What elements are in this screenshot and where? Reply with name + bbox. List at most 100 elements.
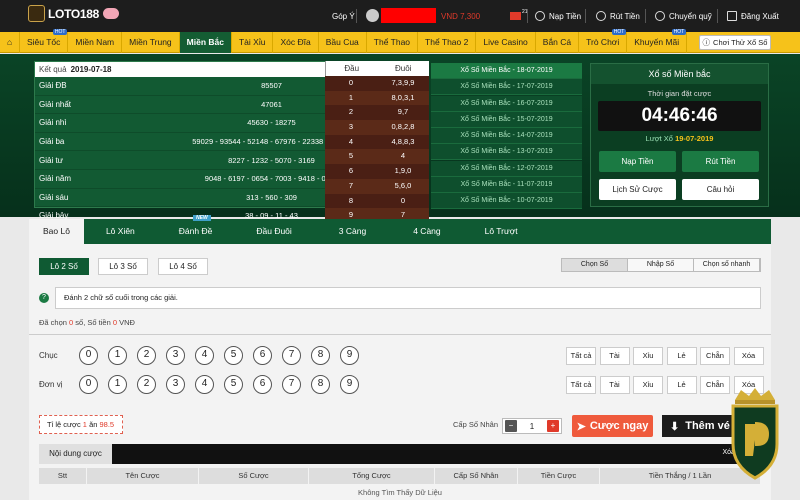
avatar[interactable] <box>366 9 379 22</box>
head-digit: 2 <box>348 107 354 117</box>
withdraw-button[interactable]: Rút Tiền <box>682 151 759 172</box>
draw-date-item[interactable]: Xổ Số Miền Bắc - 11-07-2019 <box>431 177 582 194</box>
units-digit-3[interactable]: 3 <box>166 375 185 394</box>
deposit-link[interactable]: Nạp Tiền <box>535 0 581 32</box>
transfer-link[interactable]: Chuyển quỹ <box>655 0 712 32</box>
nav-mien-trung[interactable]: Miền Trung <box>122 31 180 53</box>
nav-live-casino[interactable]: Live Casino <box>476 31 536 53</box>
draw-date-item[interactable]: Xổ Số Miền Bắc - 10-07-2019 <box>431 193 582 210</box>
tens-digit-7[interactable]: 7 <box>282 346 301 365</box>
tens-digit-5[interactable]: 5 <box>224 346 243 365</box>
hot-badge: HOT <box>52 28 68 35</box>
units-quick-4-button[interactable]: Chẵn <box>700 376 730 394</box>
tab-3-cang[interactable]: 3 Càng <box>314 219 391 244</box>
lo-3-so-button[interactable]: Lô 3 Số <box>98 258 148 275</box>
draw-date-item[interactable]: Xổ Số Miền Bắc - 15-07-2019 <box>431 111 582 128</box>
plus-icon[interactable]: + <box>547 420 559 432</box>
logout-link[interactable]: Đăng Xuất <box>727 0 779 32</box>
prize-label: Giải nhất <box>39 99 72 109</box>
withdraw-link[interactable]: Rút Tiền <box>596 0 640 32</box>
tens-digit-2[interactable]: 2 <box>137 346 156 365</box>
deposit-icon <box>535 11 545 21</box>
feedback-link[interactable]: Góp Ý <box>332 0 355 32</box>
tens-digit-3[interactable]: 3 <box>166 346 185 365</box>
tab-bao-lo[interactable]: Bao Lô <box>29 219 84 244</box>
mail-button[interactable]: 21 <box>510 0 528 32</box>
units-digit-4[interactable]: 4 <box>195 375 214 394</box>
units-digit-5[interactable]: 5 <box>224 375 243 394</box>
minus-icon[interactable]: − <box>505 420 517 432</box>
tab-lo-xien[interactable]: Lô Xiên <box>84 219 157 244</box>
tab-dau-duoi[interactable]: Đầu Đuôi <box>234 219 313 244</box>
units-digit-8[interactable]: 8 <box>311 375 330 394</box>
home-icon[interactable]: ⌂ <box>0 31 20 53</box>
draw-date-item[interactable]: Xổ Số Miền Bắc - 18-07-2019 <box>431 63 582 79</box>
draw-date-item[interactable]: Xổ Số Miền Bắc - 14-07-2019 <box>431 128 582 145</box>
units-quick-1-button[interactable]: Tài <box>599 376 630 394</box>
tens-digit-4[interactable]: 4 <box>195 346 214 365</box>
tens-digit-0[interactable]: 0 <box>79 346 98 365</box>
units-digit-0[interactable]: 0 <box>79 375 98 394</box>
divider <box>585 9 586 23</box>
tab-danh-de[interactable]: Đánh Đề <box>157 219 235 244</box>
info-icon: ⓘ <box>702 38 711 47</box>
nav-xoc-dia[interactable]: Xóc Đĩa <box>273 31 319 53</box>
nav-khuyen-mai[interactable]: Khuyến Mãi HOT <box>627 28 688 53</box>
faq-button[interactable]: Câu hỏi <box>682 179 759 200</box>
tens-digit-1[interactable]: 1 <box>108 346 127 365</box>
nav-bau-cua[interactable]: Bầu Cua <box>319 31 367 53</box>
info-row: ? Đánh 2 chữ số cuối trong các giải. <box>39 287 761 309</box>
deposit-button[interactable]: Nạp Tiền <box>599 151 676 172</box>
tens-quick-1-button[interactable]: Tài <box>599 347 630 365</box>
draw-date-item[interactable]: Xổ Số Miền Bắc - 16-07-2019 <box>431 95 582 112</box>
tens-digit-6[interactable]: 6 <box>253 346 272 365</box>
units-quick-0-button[interactable]: Tất cả <box>566 376 596 394</box>
units-digit-6[interactable]: 6 <box>253 375 272 394</box>
bet-history-button[interactable]: Lịch Sử Cược <box>599 179 676 200</box>
lo-2-so-button[interactable]: Lô 2 Số <box>39 258 89 275</box>
tab-4-cang[interactable]: 4 Càng <box>391 219 462 244</box>
mode-chon-so-nhanh[interactable]: Chọn số nhanh <box>694 259 760 271</box>
draw-date-item[interactable]: Xổ Số Miền Bắc - 17-07-2019 <box>431 79 582 96</box>
units-quick-2-button[interactable]: Xỉu <box>633 376 663 394</box>
tens-quick-3-button[interactable]: Lẻ <box>666 347 697 365</box>
mode-chon-so[interactable]: Chọn Số <box>562 259 628 271</box>
tens-quick-2-button[interactable]: Xỉu <box>633 347 663 365</box>
tens-quick-0-button[interactable]: Tất cả <box>566 347 596 365</box>
units-digit-9[interactable]: 9 <box>340 375 359 394</box>
bet-now-button[interactable]: ➤ Cược ngay <box>572 415 653 437</box>
head-tail-row: 2 9,7 <box>325 105 429 121</box>
site-logo[interactable]: LOTO188 <box>28 5 120 22</box>
nav-tai-xiu[interactable]: Tài Xỉu <box>232 31 274 53</box>
nav-ban-ca[interactable]: Bắn Cá <box>536 31 580 53</box>
tens-digit-8[interactable]: 8 <box>311 346 330 365</box>
column-header: Cấp Số Nhân <box>435 468 518 484</box>
nav-the-thao[interactable]: Thể Thao <box>367 31 419 53</box>
nav-the-thao-2[interactable]: Thể Thao 2 <box>418 31 477 53</box>
tens-quick-4-button[interactable]: Chẵn <box>700 347 730 365</box>
nav-mien-nam[interactable]: Miền Nam <box>68 31 123 53</box>
crest-icon <box>28 5 45 22</box>
column-header: Tổng Cược <box>309 468 435 484</box>
bet-content-tab[interactable]: Nội dung cược <box>39 444 112 464</box>
head-digit: 3 <box>348 122 354 132</box>
nav-tro-choi[interactable]: Trò Chơi HOT <box>579 28 628 53</box>
multiplier-value[interactable]: 1 <box>519 422 545 431</box>
units-digit-1[interactable]: 1 <box>108 375 127 394</box>
units-digit-2[interactable]: 2 <box>137 375 156 394</box>
head-digit: 1 <box>348 92 354 102</box>
mode-nhap-so[interactable]: Nhập Số <box>628 259 694 271</box>
units-digit-7[interactable]: 7 <box>282 375 301 394</box>
units-quick-3-button[interactable]: Lẻ <box>666 376 697 394</box>
draw-date-item[interactable]: Xổ Số Miền Bắc - 13-07-2019 <box>431 144 582 161</box>
tens-digit-9[interactable]: 9 <box>340 346 359 365</box>
tens-quick-5-button[interactable]: Xóa <box>733 347 764 365</box>
lo-4-so-button[interactable]: Lô 4 Số <box>158 258 208 275</box>
head-tail-row: 1 8,0,3,1 <box>325 90 429 106</box>
prize-label: Giải nhì <box>39 118 67 128</box>
tab-lo-truot[interactable]: Lô Trượt <box>463 219 540 244</box>
draw-date-item[interactable]: Xổ Số Miền Bắc - 12-07-2019 <box>431 160 582 177</box>
nav-mien-bac[interactable]: Miền Bắc <box>179 31 232 53</box>
nav-sieu-toc[interactable]: Siêu Tốc HOT <box>20 28 69 53</box>
try-lottery-button[interactable]: ⓘ Chơi Thử Xổ Số <box>699 35 771 50</box>
